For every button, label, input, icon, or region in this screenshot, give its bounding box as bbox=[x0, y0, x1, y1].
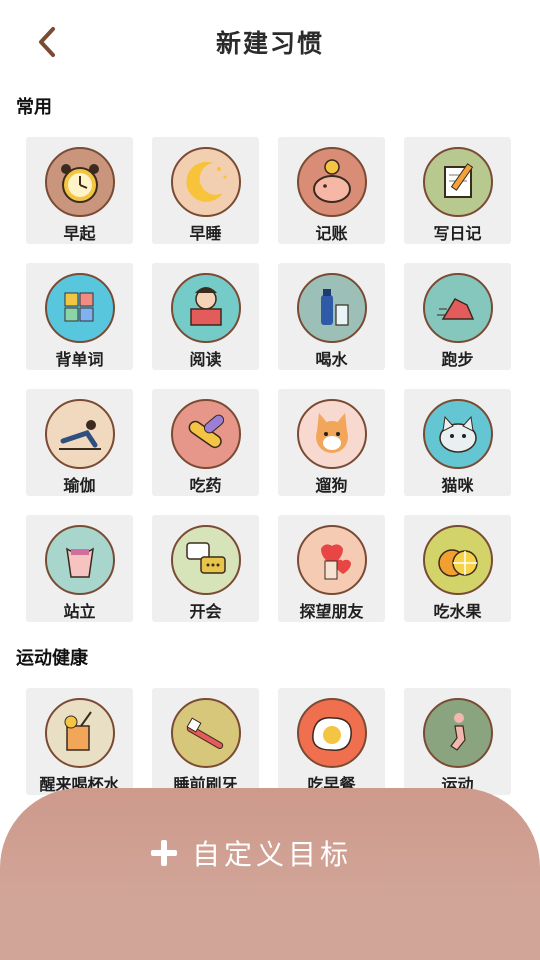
habit-tile[interactable]: 睡前刷牙 bbox=[152, 688, 259, 795]
habit-label: 探望朋友 bbox=[299, 602, 364, 621]
exercise-person-icon bbox=[423, 698, 493, 768]
water-bottle-icon bbox=[297, 273, 367, 343]
fried-egg-icon bbox=[297, 698, 367, 768]
habit-label: 跑步 bbox=[441, 350, 474, 369]
habit-tile[interactable]: 记账 bbox=[278, 137, 385, 244]
notebook-pencil-icon bbox=[423, 147, 493, 217]
section-title-common: 常用 bbox=[16, 97, 52, 118]
habit-label: 瑜伽 bbox=[63, 476, 96, 495]
piggy-bank-icon bbox=[297, 147, 367, 217]
citrus-fruit-icon bbox=[423, 525, 493, 595]
habit-label: 写日记 bbox=[433, 224, 482, 243]
heart-balloon-icon bbox=[297, 525, 367, 595]
habit-tile[interactable]: 吃早餐 bbox=[278, 688, 385, 795]
habit-label: 阅读 bbox=[189, 350, 222, 369]
habit-tile[interactable]: 早睡 bbox=[152, 137, 259, 244]
custom-goal-label: 自定义目标 bbox=[192, 838, 353, 871]
habit-tile[interactable]: 瑜伽 bbox=[26, 389, 133, 496]
habit-tile[interactable]: 背单词 bbox=[26, 263, 133, 370]
habit-tile[interactable]: 吃药 bbox=[152, 389, 259, 496]
moon-icon bbox=[171, 147, 241, 217]
habit-tile[interactable]: 吃水果 bbox=[404, 515, 511, 622]
habit-tile[interactable]: 早起 bbox=[26, 137, 133, 244]
habit-tile[interactable]: 站立 bbox=[26, 515, 133, 622]
standing-body-icon bbox=[45, 525, 115, 595]
habit-label: 早睡 bbox=[189, 224, 222, 243]
habit-label: 早起 bbox=[63, 224, 96, 243]
habit-tile[interactable]: 遛狗 bbox=[278, 389, 385, 496]
habit-tile[interactable]: 开会 bbox=[152, 515, 259, 622]
habit-label: 背单词 bbox=[55, 350, 104, 369]
drink-cup-icon bbox=[45, 698, 115, 768]
habit-tile[interactable]: 探望朋友 bbox=[278, 515, 385, 622]
habit-tile[interactable]: 醒来喝杯水 bbox=[26, 688, 133, 795]
section-title-health: 运动健康 bbox=[16, 648, 88, 669]
toothbrush-icon bbox=[171, 698, 241, 768]
pill-icon bbox=[171, 399, 241, 469]
chat-bubbles-icon bbox=[171, 525, 241, 595]
habit-tile[interactable]: 喝水 bbox=[278, 263, 385, 370]
abc-blocks-icon bbox=[45, 273, 115, 343]
habit-label: 猫咪 bbox=[441, 476, 474, 495]
running-shoe-icon bbox=[423, 273, 493, 343]
habit-tile[interactable]: 阅读 bbox=[152, 263, 259, 370]
habit-label: 吃水果 bbox=[433, 602, 482, 621]
page-title: 新建习惯 bbox=[215, 29, 324, 58]
habit-tile[interactable]: 运动 bbox=[404, 688, 511, 795]
habit-tile[interactable]: 猫咪 bbox=[404, 389, 511, 496]
habit-label: 遛狗 bbox=[315, 476, 348, 495]
habit-label: 记账 bbox=[315, 224, 348, 243]
custom-goal-button[interactable]: 自定义目标 bbox=[150, 830, 352, 876]
bottom-sheet: 自定义目标 bbox=[0, 788, 540, 960]
habit-label: 喝水 bbox=[315, 350, 348, 369]
cat-icon bbox=[423, 399, 493, 469]
alarm-clock-icon bbox=[45, 147, 115, 217]
habit-label: 站立 bbox=[63, 602, 96, 621]
plus-icon bbox=[151, 840, 177, 866]
habit-label: 吃药 bbox=[189, 476, 222, 495]
header: 新建习惯 bbox=[0, 0, 540, 84]
habit-label: 开会 bbox=[189, 602, 222, 621]
yoga-icon bbox=[45, 399, 115, 469]
reading-person-icon bbox=[171, 273, 241, 343]
habit-tile[interactable]: 跑步 bbox=[404, 263, 511, 370]
dog-icon bbox=[297, 399, 367, 469]
habit-tile[interactable]: 写日记 bbox=[404, 137, 511, 244]
